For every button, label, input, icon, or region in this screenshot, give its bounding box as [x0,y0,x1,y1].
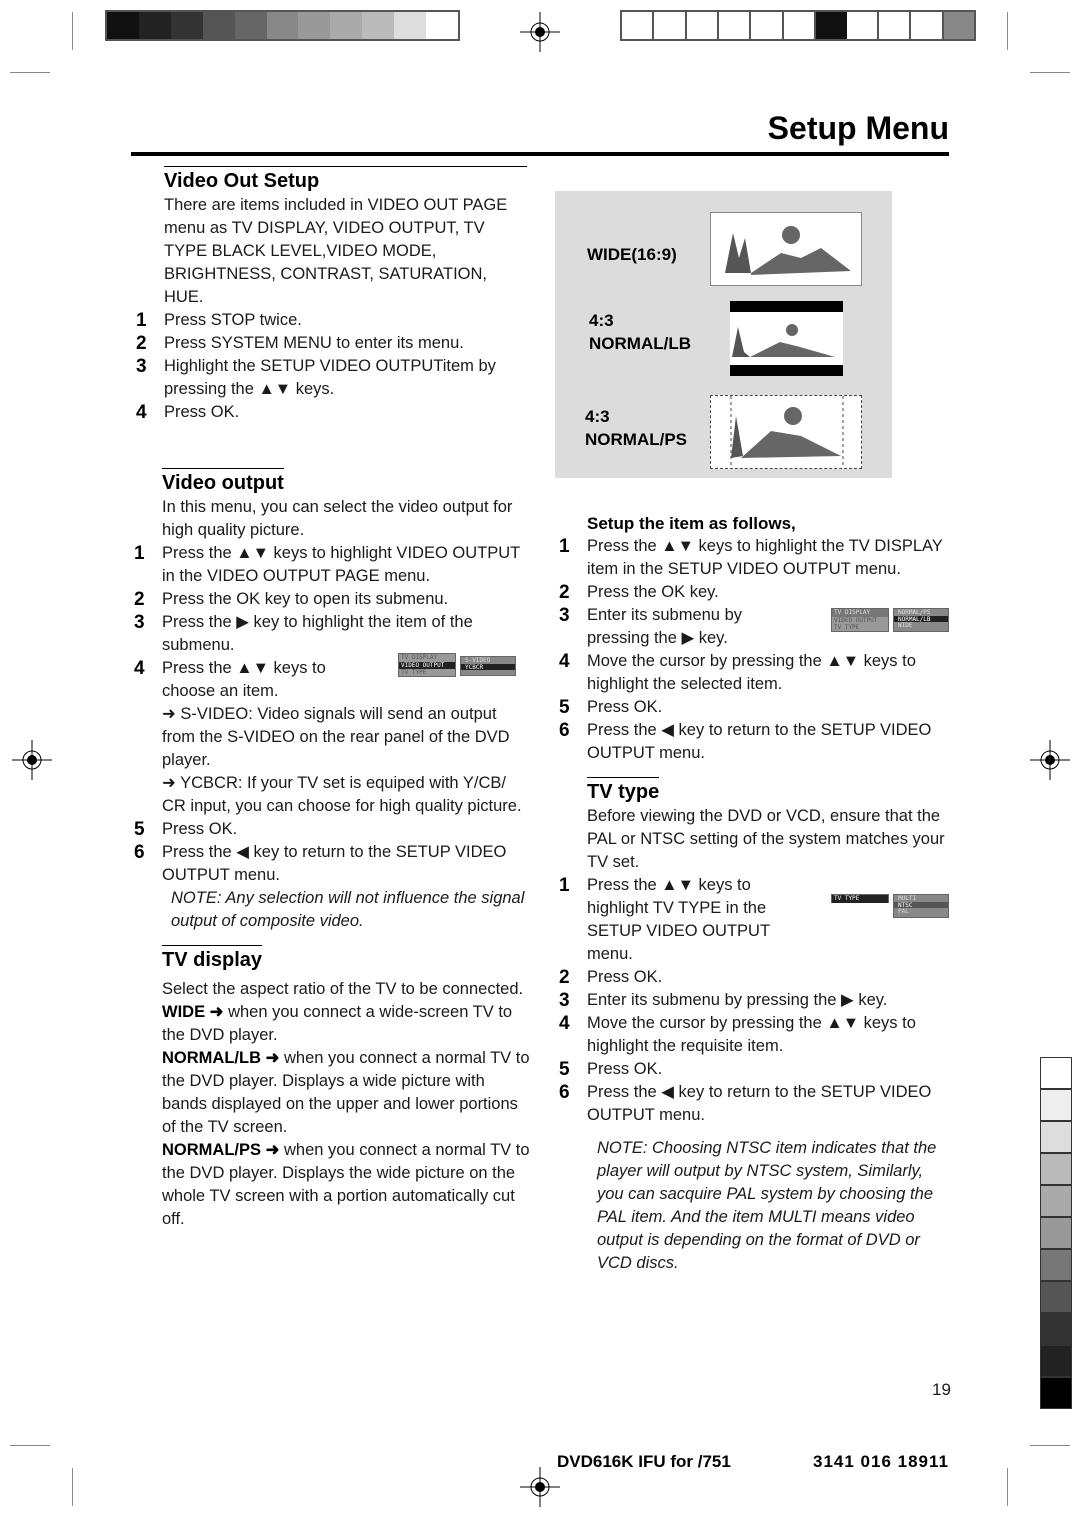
normal-lb-picture [730,301,843,376]
wide-label: WIDE(16:9) [587,245,677,264]
step: 6 Press the ◀ key to return to the SETUP … [559,720,932,762]
step: 5 Press OK. [559,697,663,718]
crosshair-icon [12,740,52,780]
grayscale-bar-right [620,10,976,41]
crop-mark [1030,1445,1070,1446]
section-tv-display: TV display Select the aspect ratio of th… [162,945,530,1231]
section-title: Setup the item as follows, [587,514,796,533]
step: 1 Press the ▲▼ keys to highlight TV TYPE … [559,874,949,966]
ycbcr-text: ➜ YCBCR: If your TV set is equiped with … [162,774,522,815]
section-title: TV type [587,777,660,805]
step: 2 Press the OK key. [559,582,719,603]
step: 4 Press the ▲▼ keys to choose an item. TV… [134,653,530,703]
crop-mark [1007,1468,1008,1506]
step: 1 Press STOP twice. [136,310,302,331]
crop-mark [72,12,73,50]
normal-lb-description: NORMAL/LB ➜ when you connect a normal TV… [162,1049,530,1136]
step: 3 Enter its submenu by pressing the ▶ key… [559,990,888,1011]
intro-text: Before viewing the DVD or VCD, ensure th… [587,807,945,871]
wide-description: WIDE ➜ when you connect a wide-screen TV… [162,1003,513,1044]
intro-text: Select the aspect ratio of the TV to be … [162,980,524,998]
lb-ratio-label: 4:3 [589,311,614,330]
header-rule [131,152,949,156]
step: 6 Press the ◀ key to return to the SETUP … [559,1082,932,1124]
crop-mark [1030,72,1070,73]
step: 2 Press the OK key to open its submenu. [134,589,449,610]
crop-mark [10,72,50,73]
tv-type-menu-image: TV TYPE MULTI NTSC PAL [831,894,949,918]
wide-picture [710,212,862,286]
step: 5 Press OK. [134,819,238,840]
step: 4 Move the cursor by pressing the ▲▼ keys… [559,651,916,693]
step: 3 Press the ▶ key to highlight the item o… [134,612,473,654]
step: 2 Press OK. [559,967,663,988]
step: 3 Highlight the SETUP VIDEO OUTPUTitem by… [136,356,496,398]
right-column: Setup the item as follows, 1 Press the ▲▼… [559,512,949,1275]
section-video-out-setup: Video Out Setup There are items included… [136,166,530,424]
crop-mark [10,1445,50,1446]
left-column: Video Out Setup There are items included… [134,166,530,1231]
page-title: Setup Menu [767,110,949,146]
crosshair-icon [520,12,560,52]
step: 3 Enter its submenu by pressing the ▶ key… [559,604,949,650]
crop-mark [72,1468,73,1506]
crop-mark [1007,12,1008,50]
intro-text: In this menu, you can select the video o… [162,498,513,539]
grayscale-bar-left [105,10,460,41]
ps-ratio-label: 4:3 [585,407,610,426]
note: NOTE: Any selection will not influence t… [171,889,525,930]
page-number: 19 [932,1380,951,1399]
section-tv-type: TV type Before viewing the DVD or VCD, e… [559,777,949,1275]
doc-code: 3141 016 18911 [813,1452,949,1471]
section-title: TV display [162,945,263,973]
section-title: Video Out Setup [164,166,527,194]
section-video-output: Video output In this menu, you can selec… [134,468,530,933]
step: 1 Press the ▲▼ keys to highlight VIDEO OU… [134,543,520,585]
step: 1 Press the ▲▼ keys to highlight the TV D… [559,536,943,578]
step: 4 Press OK. [136,402,240,423]
step: 4 Move the cursor by pressing the ▲▼ keys… [559,1013,916,1055]
step: 2 Press SYSTEM MENU to enter its menu. [136,333,464,354]
intro-text: There are items included in VIDEO OUT PA… [164,196,508,306]
crosshair-icon [1030,740,1070,780]
step: 5 Press OK. [559,1059,663,1080]
aspect-ratio-panel: WIDE(16:9) 4:3 NORMAL/LB 4:3 NORMAL/PS [555,191,892,478]
step: 6 Press the ◀ key to return to the SETUP … [134,842,507,884]
normal-lb-label: NORMAL/LB [589,334,691,353]
crosshair-icon [520,1467,560,1507]
normal-ps-picture [710,395,862,469]
section-title: Video output [162,468,284,496]
doc-id: DVD616K IFU for /751 [557,1452,731,1471]
normal-ps-label: NORMAL/PS [585,430,687,449]
normal-ps-description: NORMAL/PS ➜ when you connect a normal TV… [162,1141,530,1228]
note: NOTE: Choosing NTSC item indicates that … [597,1139,937,1272]
video-output-menu-image: TV DISPLAY VIDEO OUTPUT TV TYPE S-VIDEO YCB… [398,653,516,677]
tv-display-menu-image: TV DISPLAY VIDEO OUTPUT TV TYPE NORMAL/PS N… [831,608,949,632]
svideo-text: ➜ S-VIDEO: Video signals will send an ou… [162,705,510,769]
